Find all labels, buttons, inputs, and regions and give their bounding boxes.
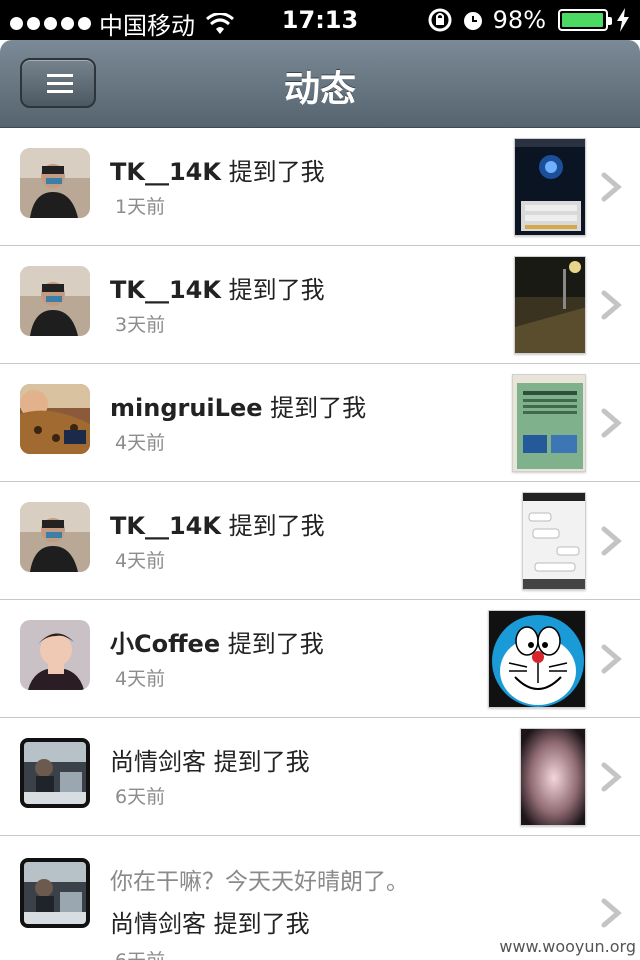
- item-title: mingruiLee 提到了我: [110, 388, 366, 423]
- timestamp: 4天前: [115, 432, 166, 454]
- item-title: 尚情剑客 提到了我: [110, 904, 310, 939]
- chevron-right-icon: [601, 172, 622, 202]
- list-item[interactable]: mingruiLee 提到了我 4天前: [0, 364, 640, 482]
- username[interactable]: TK__14K: [110, 276, 221, 304]
- avatar[interactable]: [20, 502, 90, 572]
- watermark: www.wooyun.org: [499, 937, 636, 956]
- chevron-right-icon: [601, 644, 622, 674]
- list-item[interactable]: 尚情剑客 提到了我 6天前: [0, 718, 640, 836]
- timestamp: 4天前: [115, 550, 166, 572]
- charging-bolt-icon: [617, 8, 629, 32]
- orientation-lock-icon: [428, 8, 452, 32]
- avatar[interactable]: [20, 266, 90, 336]
- list-item[interactable]: TK__14K 提到了我 4天前: [0, 482, 640, 600]
- page-title: 动态: [283, 69, 356, 110]
- username[interactable]: 小Coffee: [110, 630, 220, 658]
- mentions-list: TK__14K 提到了我 1天前 TK__14K 提到了我 3天前 mingru…: [0, 128, 640, 960]
- username[interactable]: mingruiLee: [110, 394, 263, 422]
- chevron-right-icon: [601, 526, 622, 556]
- item-title: TK__14K 提到了我: [110, 506, 325, 541]
- battery-percentage: 98%: [492, 6, 546, 34]
- action-text: 提到了我: [228, 512, 325, 540]
- item-title: TK__14K 提到了我: [110, 270, 325, 305]
- item-title: TK__14K 提到了我: [110, 152, 325, 187]
- timestamp: 6天前: [115, 786, 166, 808]
- avatar[interactable]: [20, 148, 90, 218]
- thumbnail-image[interactable]: [522, 492, 586, 590]
- action-text: 提到了我: [213, 748, 310, 776]
- list-item[interactable]: TK__14K 提到了我 3天前: [0, 246, 640, 364]
- thumbnail-image[interactable]: [520, 728, 586, 826]
- chevron-right-icon: [601, 290, 622, 320]
- timestamp: 6天前: [115, 946, 165, 960]
- battery-icon: [558, 9, 612, 31]
- username[interactable]: TK__14K: [110, 512, 221, 540]
- action-text: 提到了我: [213, 910, 310, 938]
- username[interactable]: 尚情剑客: [110, 910, 206, 938]
- timestamp: 3天前: [115, 314, 166, 336]
- thumbnail-image[interactable]: [512, 374, 586, 472]
- status-bar: 中国移动 17:13 98%: [0, 0, 640, 40]
- action-text: 提到了我: [228, 276, 325, 304]
- avatar[interactable]: [20, 620, 90, 690]
- thumbnail-image[interactable]: [514, 138, 586, 236]
- item-title: 尚情剑客 提到了我: [110, 742, 310, 777]
- timestamp: 4天前: [115, 668, 166, 690]
- username[interactable]: TK__14K: [110, 158, 221, 186]
- item-title: 小Coffee 提到了我: [110, 624, 324, 659]
- action-text: 提到了我: [270, 394, 367, 422]
- avatar[interactable]: [20, 858, 90, 928]
- navigation-bar: 动态: [0, 40, 640, 128]
- comment-text: 你在干嘛？今天天好晴朗了。: [110, 869, 409, 895]
- chevron-right-icon: [601, 762, 622, 792]
- list-item[interactable]: 小Coffee 提到了我 4天前: [0, 600, 640, 718]
- username[interactable]: 尚情剑客: [110, 748, 206, 776]
- avatar[interactable]: [20, 384, 90, 454]
- alarm-icon: [463, 12, 482, 30]
- avatar[interactable]: [20, 738, 90, 808]
- thumbnail-image[interactable]: [488, 610, 586, 708]
- action-text: 提到了我: [227, 630, 324, 658]
- timestamp: 1天前: [115, 196, 166, 218]
- thumbnail-image[interactable]: [514, 256, 586, 354]
- list-item[interactable]: TK__14K 提到了我 1天前: [0, 128, 640, 246]
- chevron-right-icon: [601, 898, 622, 928]
- chevron-right-icon: [601, 408, 622, 438]
- action-text: 提到了我: [228, 158, 325, 186]
